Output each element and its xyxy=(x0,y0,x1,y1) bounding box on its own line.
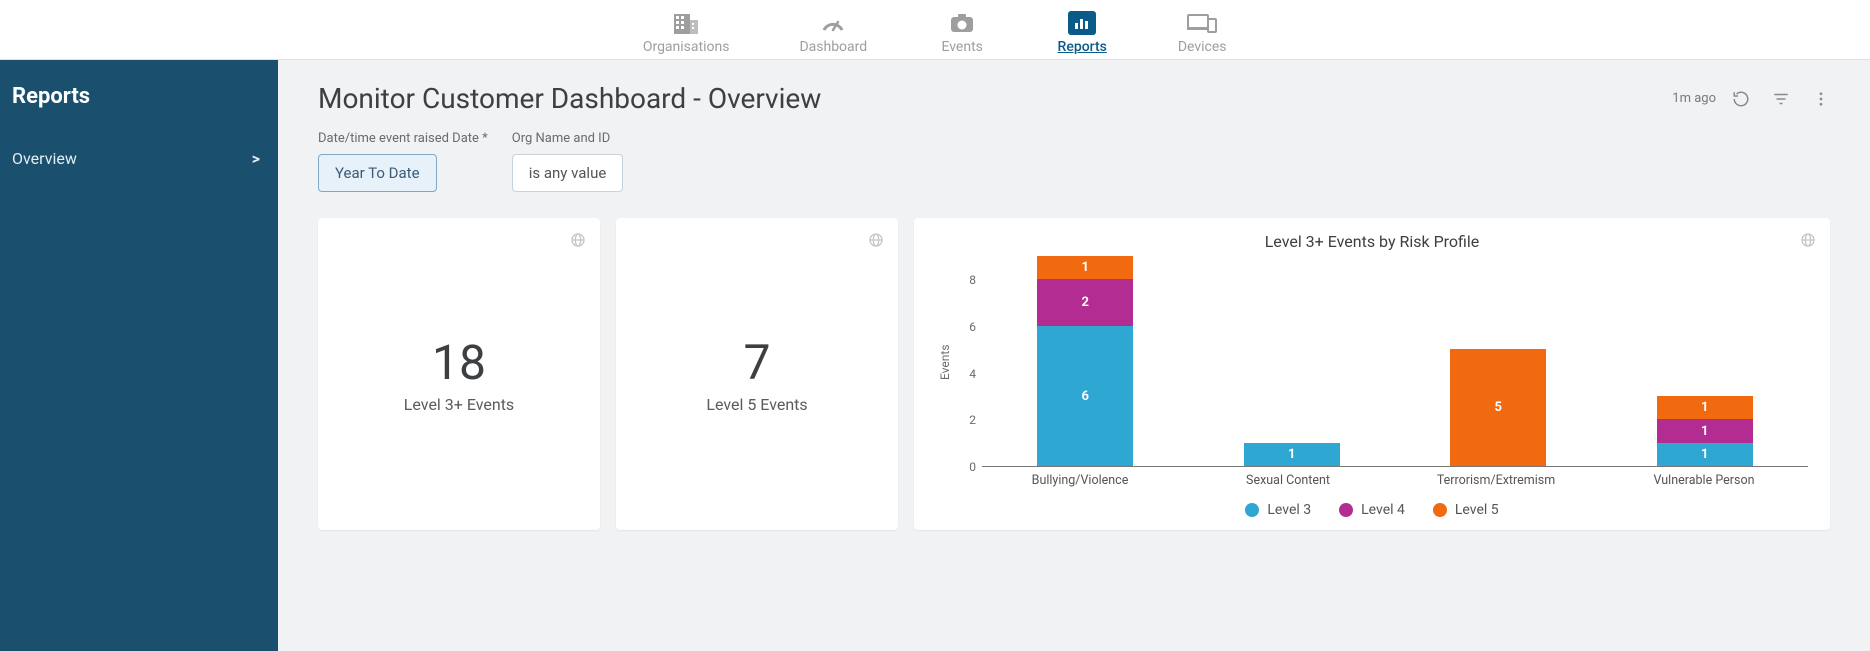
nav-label: Reports xyxy=(1058,39,1107,55)
bar-segment[interactable]: 1 xyxy=(1657,443,1753,466)
bar-segment[interactable]: 6 xyxy=(1037,326,1133,466)
bar-stack[interactable]: 1 xyxy=(1244,443,1340,466)
globe-icon[interactable] xyxy=(570,232,586,252)
nav-events[interactable]: Events xyxy=(927,0,997,59)
refresh-icon[interactable] xyxy=(1732,90,1750,108)
more-icon[interactable] xyxy=(1812,90,1830,108)
legend-item[interactable]: Level 4 xyxy=(1339,502,1405,518)
legend-swatch xyxy=(1339,503,1353,517)
top-nav: Organisations Dashboard Events Reports xyxy=(0,0,1870,60)
sidebar-item-label: Overview xyxy=(12,149,77,168)
metric-card-level5: 7 Level 5 Events xyxy=(616,218,898,530)
bar-stack[interactable]: 111 xyxy=(1657,396,1753,466)
legend-label: Level 3 xyxy=(1267,502,1311,518)
sidebar: Reports Overview > xyxy=(0,60,278,651)
filter-date-value[interactable]: Year To Date xyxy=(318,154,437,192)
nav-devices[interactable]: Devices xyxy=(1167,0,1237,59)
metric-label: Level 3+ Events xyxy=(404,395,514,414)
bar-stack[interactable]: 5 xyxy=(1450,349,1546,466)
y-tick: 0 xyxy=(969,460,976,474)
filter-date-label: Date/time event raised Date * xyxy=(318,131,488,146)
legend-swatch xyxy=(1245,503,1259,517)
globe-icon[interactable] xyxy=(1800,232,1816,252)
building-icon xyxy=(673,11,699,35)
metric-value: 18 xyxy=(432,334,486,391)
metric-value: 7 xyxy=(744,334,771,391)
nav-label: Events xyxy=(941,39,982,55)
bar-segment[interactable]: 1 xyxy=(1244,443,1340,466)
nav-organisations[interactable]: Organisations xyxy=(633,0,740,59)
y-axis-label: Events xyxy=(936,257,954,467)
sidebar-item-overview[interactable]: Overview > xyxy=(0,139,278,178)
y-tick: 8 xyxy=(969,273,976,287)
bar-stack[interactable]: 621 xyxy=(1037,256,1133,466)
globe-icon[interactable] xyxy=(868,232,884,252)
chart-legend: Level 3 Level 4 Level 5 xyxy=(936,502,1808,518)
legend-item[interactable]: Level 5 xyxy=(1433,502,1499,518)
x-tick: Bullying/Violence xyxy=(1020,473,1140,488)
filter-org-label: Org Name and ID xyxy=(512,131,624,146)
nav-label: Organisations xyxy=(643,39,730,55)
filter-icon[interactable] xyxy=(1772,90,1790,108)
bar-segment[interactable]: 1 xyxy=(1657,396,1753,419)
y-tick: 6 xyxy=(969,320,976,334)
sidebar-title: Reports xyxy=(0,84,278,139)
devices-icon xyxy=(1187,11,1217,35)
chart-card-risk-profile: Level 3+ Events by Risk Profile Events 0… xyxy=(914,218,1830,530)
legend-swatch xyxy=(1433,503,1447,517)
legend-label: Level 5 xyxy=(1455,502,1499,518)
gauge-icon xyxy=(820,11,846,35)
bar-segment[interactable]: 1 xyxy=(1657,419,1753,442)
nav-reports[interactable]: Reports xyxy=(1047,0,1117,59)
filters: Date/time event raised Date * Year To Da… xyxy=(318,131,1830,192)
page-actions: 1m ago xyxy=(1672,90,1830,108)
y-axis: 02468 xyxy=(954,257,982,467)
bar-segment[interactable]: 2 xyxy=(1037,279,1133,326)
last-updated: 1m ago xyxy=(1672,91,1716,106)
page-title: Monitor Customer Dashboard - Overview xyxy=(318,82,821,115)
chevron-right-icon: > xyxy=(252,149,260,168)
bar-segment[interactable]: 5 xyxy=(1450,349,1546,466)
legend-label: Level 4 xyxy=(1361,502,1405,518)
x-tick: Sexual Content xyxy=(1228,473,1348,488)
chart-plot: 62115111 xyxy=(982,257,1808,467)
y-tick: 2 xyxy=(969,413,976,427)
metric-label: Level 5 Events xyxy=(706,395,807,414)
x-tick: Terrorism/Extremism xyxy=(1436,473,1556,488)
y-tick: 4 xyxy=(969,367,976,381)
x-tick: Vulnerable Person xyxy=(1644,473,1764,488)
filter-org-value[interactable]: is any value xyxy=(512,154,624,192)
metric-card-level3plus: 18 Level 3+ Events xyxy=(318,218,600,530)
chart-title: Level 3+ Events by Risk Profile xyxy=(936,232,1808,251)
content: Monitor Customer Dashboard - Overview 1m… xyxy=(278,60,1870,651)
bar-chart-icon xyxy=(1068,11,1096,35)
nav-label: Devices xyxy=(1178,39,1227,55)
legend-item[interactable]: Level 3 xyxy=(1245,502,1311,518)
nav-label: Dashboard xyxy=(799,39,867,55)
x-axis: Bullying/Violence Sexual Content Terrorism… xyxy=(976,473,1808,488)
camera-icon xyxy=(949,11,975,35)
bar-segment[interactable]: 1 xyxy=(1037,256,1133,279)
nav-dashboard[interactable]: Dashboard xyxy=(789,0,877,59)
